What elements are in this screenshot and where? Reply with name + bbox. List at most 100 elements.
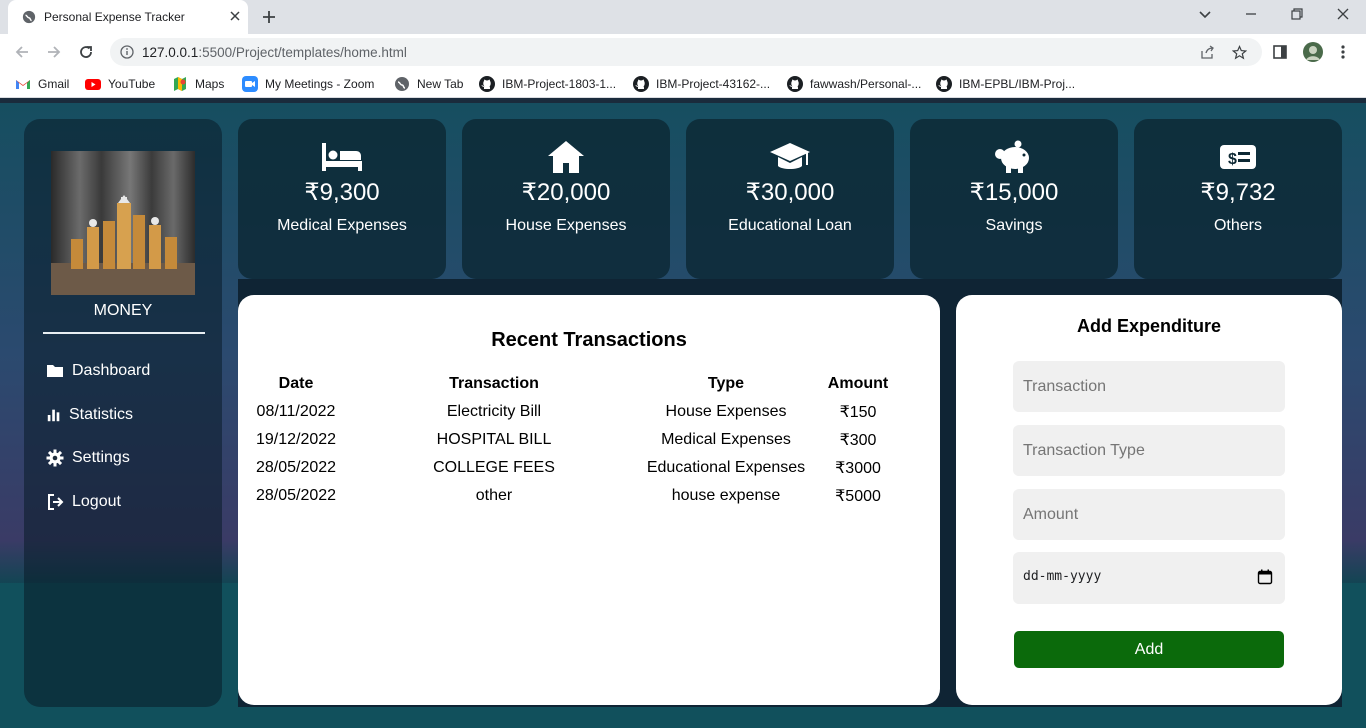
sidebar-item-logout[interactable]: Logout bbox=[46, 489, 121, 515]
transaction-input[interactable] bbox=[1013, 361, 1285, 412]
card-amount: ₹20,000 bbox=[521, 179, 611, 206]
cell-type: Medical Expenses bbox=[661, 431, 791, 448]
card-label: Educational Loan bbox=[728, 217, 852, 234]
bookmark-zoom[interactable]: My Meetings - Zoom bbox=[242, 76, 374, 92]
bookmark-github-1[interactable]: IBM-Project-1803-1... bbox=[479, 76, 616, 92]
table-header-row: Date Transaction Type Amount bbox=[238, 370, 898, 398]
reload-icon[interactable] bbox=[77, 43, 95, 61]
cell-amount: ₹5000 bbox=[835, 488, 881, 505]
url-path: :5500/Project/templates/home.html bbox=[198, 45, 407, 60]
new-tab-icon[interactable] bbox=[260, 8, 278, 26]
calendar-icon[interactable] bbox=[1257, 569, 1273, 585]
transaction-type-input[interactable] bbox=[1013, 425, 1285, 476]
cell-transaction: other bbox=[475, 487, 513, 504]
bookmark-maps[interactable]: Maps bbox=[172, 76, 224, 92]
cell-date: 19/12/2022 bbox=[255, 431, 337, 448]
table-row: 19/12/2022 HOSPITAL BILL Medical Expense… bbox=[238, 426, 898, 454]
close-window-icon[interactable] bbox=[1335, 6, 1351, 22]
sidebar-item-label: Dashboard bbox=[72, 362, 151, 379]
card-label: Others bbox=[1213, 217, 1262, 234]
cell-type: house expense bbox=[671, 487, 781, 504]
bookmark-label: My Meetings - Zoom bbox=[265, 77, 375, 91]
bookmark-label: YouTube bbox=[108, 77, 156, 91]
tab-title: Personal Expense Tracker bbox=[44, 10, 185, 24]
column-header-date: Date bbox=[278, 375, 314, 392]
profile-avatar[interactable] bbox=[1302, 41, 1324, 63]
bookmark-label: Gmail bbox=[38, 77, 70, 91]
add-button[interactable]: Add bbox=[1014, 631, 1284, 668]
maps-icon bbox=[174, 77, 186, 91]
bookmark-github-3[interactable]: fawwash/Personal-... bbox=[787, 76, 921, 92]
close-tab-icon[interactable] bbox=[228, 9, 242, 23]
bookmark-new-tab[interactable]: New Tab bbox=[394, 76, 463, 92]
back-icon[interactable] bbox=[13, 43, 31, 61]
share-icon[interactable] bbox=[1200, 45, 1215, 60]
card-amount: ₹30,000 bbox=[745, 179, 835, 206]
bookmark-github-4[interactable]: IBM-EPBL/IBM-Proj... bbox=[936, 76, 1075, 92]
gmail-icon bbox=[16, 80, 30, 89]
card-others: $ ₹9,732 Others bbox=[1134, 119, 1342, 279]
bookmark-youtube[interactable]: YouTube bbox=[85, 76, 155, 92]
recent-transactions-panel: Recent Transactions Date Transaction Typ… bbox=[238, 295, 940, 705]
tab-strip: Personal Expense Tracker bbox=[0, 0, 1366, 34]
bookmark-github-2[interactable]: IBM-Project-43162-... bbox=[633, 76, 770, 92]
bookmark-label: IBM-EPBL/IBM-Proj... bbox=[959, 77, 1076, 91]
sidebar-item-dashboard[interactable]: Dashboard bbox=[46, 358, 150, 384]
card-label: House Expenses bbox=[505, 217, 627, 234]
minimize-icon[interactable] bbox=[1243, 6, 1259, 22]
sidebar: MONEY Dashboard Statistics Settings Logo… bbox=[24, 119, 222, 707]
browser-menu-icon[interactable] bbox=[1334, 43, 1352, 61]
globe-icon bbox=[22, 10, 36, 24]
bookmark-label: fawwash/Personal-... bbox=[810, 77, 922, 91]
folder-icon bbox=[47, 365, 63, 377]
column-header-type: Type bbox=[707, 375, 745, 392]
piggy-bank-icon bbox=[995, 140, 1029, 173]
bed-icon bbox=[322, 143, 362, 171]
sidebar-item-statistics[interactable]: Statistics bbox=[46, 402, 133, 428]
panel-title: Recent Transactions bbox=[491, 329, 687, 351]
sidebar-item-settings[interactable]: Settings bbox=[46, 445, 130, 471]
cell-date: 08/11/2022 bbox=[256, 403, 336, 420]
bar-chart-icon bbox=[47, 409, 60, 422]
graduation-cap-icon bbox=[770, 143, 810, 169]
browser-tab[interactable]: Personal Expense Tracker bbox=[8, 0, 248, 34]
zoom-icon bbox=[242, 76, 258, 92]
house-icon bbox=[548, 141, 584, 173]
date-placeholder: dd-mm-yyyy bbox=[1023, 569, 1102, 584]
url-host: 127.0.0.1 bbox=[142, 45, 199, 60]
restore-icon[interactable] bbox=[1289, 6, 1305, 22]
svg-text:$: $ bbox=[1228, 151, 1237, 168]
brand-name: MONEY bbox=[93, 302, 153, 319]
logout-icon bbox=[48, 494, 64, 510]
bookmark-label: IBM-Project-43162-... bbox=[656, 77, 771, 91]
forward-icon[interactable] bbox=[45, 43, 63, 61]
youtube-icon bbox=[85, 79, 101, 90]
column-header-transaction: Transaction bbox=[449, 375, 539, 392]
address-bar[interactable]: 127.0.0.1:5500/Project/templates/home.ht… bbox=[110, 38, 1262, 66]
cell-transaction: HOSPITAL BILL bbox=[436, 431, 552, 448]
bookmark-star-icon[interactable] bbox=[1232, 45, 1247, 60]
side-panel-icon[interactable] bbox=[1271, 43, 1289, 61]
sidebar-item-label: Logout bbox=[72, 493, 121, 510]
card-amount: ₹9,300 bbox=[304, 179, 380, 206]
transactions-table: Date Transaction Type Amount 08/11/2022 … bbox=[238, 370, 898, 510]
bookmark-gmail[interactable]: Gmail bbox=[15, 76, 69, 92]
card-house-expenses: ₹20,000 House Expenses bbox=[462, 119, 670, 279]
globe-icon bbox=[395, 77, 409, 91]
site-info-icon[interactable] bbox=[120, 45, 134, 59]
card-amount: ₹15,000 bbox=[969, 179, 1059, 206]
column-header-amount: Amount bbox=[827, 375, 889, 392]
github-icon bbox=[787, 76, 803, 92]
bookmark-label: IBM-Project-1803-1... bbox=[502, 77, 617, 91]
date-input[interactable]: dd-mm-yyyy bbox=[1013, 552, 1285, 604]
amount-input[interactable] bbox=[1013, 489, 1285, 540]
coin-stacks-illustration bbox=[51, 195, 195, 295]
cell-amount: ₹150 bbox=[839, 404, 877, 421]
cell-transaction: COLLEGE FEES bbox=[433, 459, 555, 476]
card-medical-expenses: ₹9,300 Medical Expenses bbox=[238, 119, 446, 279]
github-icon bbox=[479, 76, 495, 92]
tab-search-icon[interactable] bbox=[1197, 6, 1213, 22]
cell-amount: ₹300 bbox=[839, 432, 877, 449]
sidebar-item-label: Settings bbox=[72, 449, 130, 466]
panel-title: Add Expenditure bbox=[1076, 316, 1221, 336]
